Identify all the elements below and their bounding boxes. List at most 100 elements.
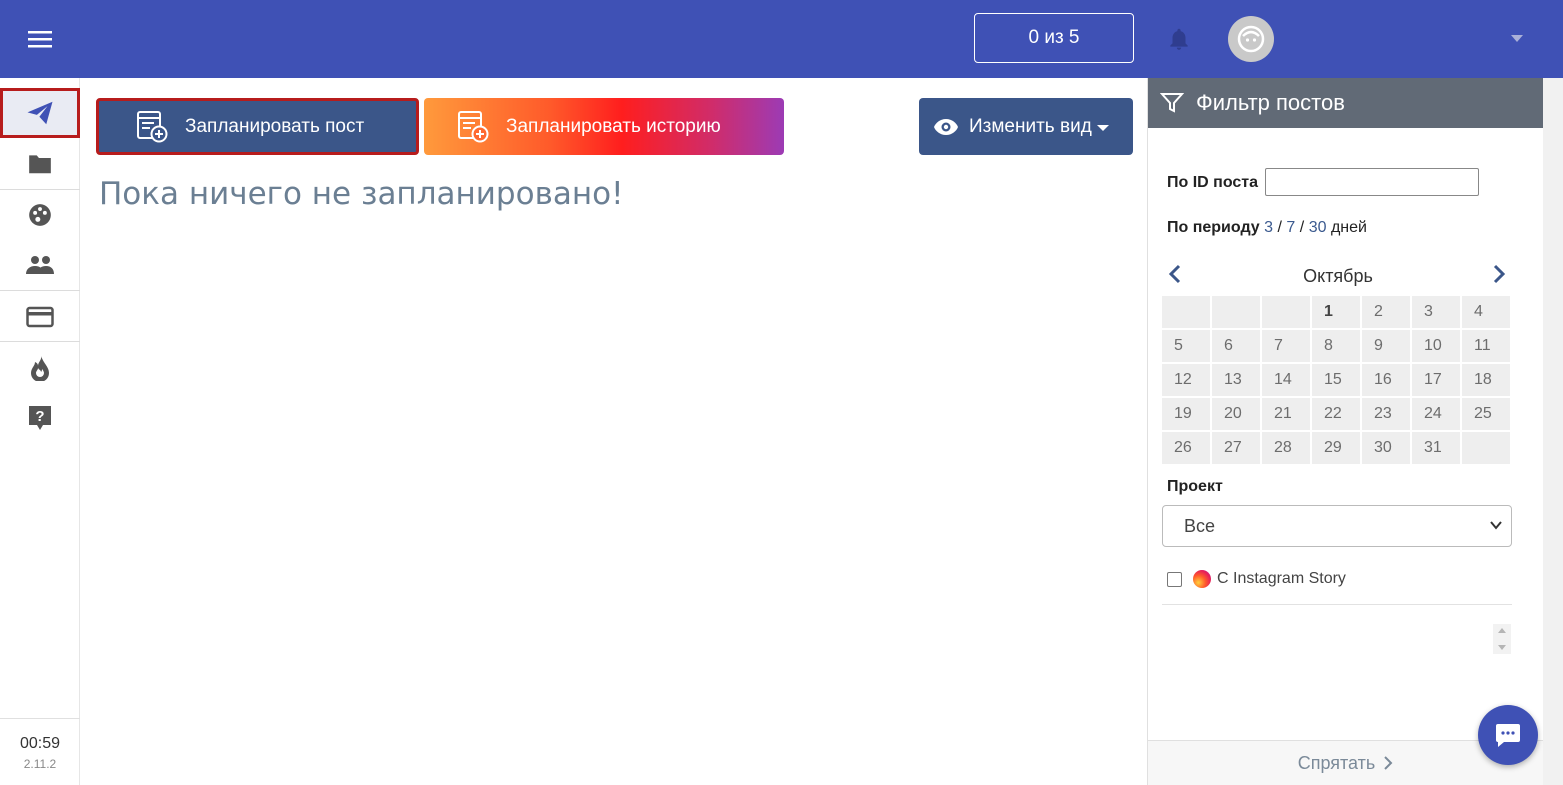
calendar-day[interactable]: 16 bbox=[1362, 364, 1410, 396]
calendar-day[interactable]: 6 bbox=[1212, 330, 1260, 362]
project-select[interactable]: Все bbox=[1162, 505, 1512, 547]
calendar-day[interactable]: 12 bbox=[1162, 364, 1210, 396]
calendar-day[interactable]: 28 bbox=[1262, 432, 1310, 464]
face-icon bbox=[1237, 25, 1265, 53]
calendar-day[interactable]: 17 bbox=[1412, 364, 1460, 396]
user-avatar[interactable] bbox=[1228, 16, 1274, 62]
post-filter-panel: Фильтр постов По ID поста По периоду 3 /… bbox=[1147, 78, 1543, 785]
calendar-add-icon bbox=[137, 110, 168, 142]
sidebar-item-team[interactable] bbox=[0, 240, 80, 290]
palette-icon bbox=[29, 204, 51, 226]
sidebar-item-hot[interactable] bbox=[0, 343, 80, 393]
calendar-day[interactable]: 26 bbox=[1162, 432, 1210, 464]
app-version: 2.11.2 bbox=[23, 757, 57, 771]
hide-filter-label: Спрятать bbox=[1297, 752, 1376, 773]
calendar-day[interactable]: 1 bbox=[1312, 296, 1360, 328]
user-menu-chevron-down-icon[interactable] bbox=[1511, 35, 1523, 42]
instagram-story-checkbox[interactable] bbox=[1167, 571, 1182, 587]
filter-by-period: По периоду 3 / 7 / 30 дней bbox=[1167, 219, 1367, 237]
chat-icon bbox=[1496, 724, 1520, 747]
calendar-day[interactable]: 20 bbox=[1212, 398, 1260, 430]
calendar-day[interactable]: 15 bbox=[1312, 364, 1360, 396]
period-3-link[interactable]: 3 bbox=[1264, 219, 1273, 236]
empty-state-message: Пока ничего не запланировано! bbox=[99, 176, 624, 212]
calendar-day[interactable]: 21 bbox=[1262, 398, 1310, 430]
people-icon bbox=[26, 256, 54, 274]
sidebar-item-help[interactable]: ? bbox=[0, 393, 80, 443]
top-bar: 0 из 5 bbox=[0, 0, 1563, 78]
sidebar: ? 00:59 2.11.2 bbox=[0, 78, 80, 785]
filter-header: Фильтр постов bbox=[1148, 78, 1543, 128]
chevron-down-icon bbox=[1490, 521, 1502, 530]
calendar-day[interactable]: 24 bbox=[1412, 398, 1460, 430]
period-label: По периоду bbox=[1167, 219, 1260, 236]
calendar-empty-cell bbox=[1162, 296, 1210, 328]
post-id-input[interactable] bbox=[1265, 168, 1479, 196]
calendar-day[interactable]: 5 bbox=[1162, 330, 1210, 362]
calendar-day[interactable]: 30 bbox=[1362, 432, 1410, 464]
folder-icon bbox=[29, 155, 51, 174]
calendar-day[interactable]: 14 bbox=[1262, 364, 1310, 396]
calendar-day[interactable]: 22 bbox=[1312, 398, 1360, 430]
fire-icon bbox=[31, 356, 49, 381]
sidebar-item-folders[interactable] bbox=[0, 139, 80, 189]
calendar-day[interactable]: 10 bbox=[1412, 330, 1460, 362]
sidebar-item-projects[interactable] bbox=[0, 190, 80, 240]
calendar-day[interactable]: 8 bbox=[1312, 330, 1360, 362]
calendar-day[interactable]: 4 bbox=[1462, 296, 1510, 328]
eye-icon bbox=[934, 118, 958, 135]
sidebar-item-billing[interactable] bbox=[0, 292, 80, 342]
period-7-link[interactable]: 7 bbox=[1286, 219, 1295, 236]
calendar-day[interactable]: 23 bbox=[1362, 398, 1410, 430]
help-icon: ? bbox=[29, 406, 51, 430]
hamburger-icon bbox=[28, 31, 52, 48]
filter-icon bbox=[1160, 93, 1184, 113]
calendar-day[interactable]: 3 bbox=[1412, 296, 1460, 328]
calendar-day[interactable]: 7 bbox=[1262, 330, 1310, 362]
calendar-day[interactable]: 27 bbox=[1212, 432, 1260, 464]
clock-panel: 00:59 2.11.2 bbox=[0, 718, 80, 785]
calendar-day[interactable]: 19 bbox=[1162, 398, 1210, 430]
chevron-right-icon bbox=[1384, 756, 1393, 770]
sidebar-divider bbox=[0, 341, 80, 342]
current-time: 00:59 bbox=[19, 735, 61, 752]
filter-by-id-label: По ID поста bbox=[1167, 174, 1259, 191]
mini-scrollbar[interactable] bbox=[1493, 624, 1511, 654]
period-30-link[interactable]: 30 bbox=[1309, 219, 1327, 236]
change-view-button[interactable]: Изменить вид bbox=[919, 98, 1133, 155]
period-suffix: дней bbox=[1330, 219, 1367, 236]
chat-button[interactable] bbox=[1478, 705, 1538, 765]
post-counter[interactable]: 0 из 5 bbox=[974, 13, 1134, 63]
instagram-icon bbox=[1193, 570, 1211, 588]
sidebar-divider bbox=[0, 290, 80, 291]
calendar-day[interactable]: 29 bbox=[1312, 432, 1360, 464]
page-scrollbar[interactable] bbox=[1543, 78, 1563, 785]
calendar-day[interactable]: 25 bbox=[1462, 398, 1510, 430]
calendar-prev-chevron-left-icon[interactable] bbox=[1168, 264, 1182, 289]
schedule-post-label: Запланировать пост bbox=[185, 115, 365, 137]
menu-button[interactable] bbox=[0, 0, 80, 78]
credit-card-icon bbox=[26, 306, 54, 328]
schedule-post-button[interactable]: Запланировать пост bbox=[96, 98, 419, 155]
notifications-bell-icon[interactable] bbox=[1166, 26, 1192, 57]
sidebar-item-posts[interactable] bbox=[0, 88, 80, 138]
filter-divider bbox=[1162, 604, 1512, 605]
calendar-add-icon bbox=[458, 110, 489, 142]
calendar-day[interactable]: 2 bbox=[1362, 296, 1410, 328]
schedule-story-button[interactable]: Запланировать историю bbox=[424, 98, 784, 155]
calendar-next-chevron-right-icon[interactable] bbox=[1492, 264, 1506, 289]
calendar-day[interactable]: 18 bbox=[1462, 364, 1510, 396]
calendar-month: Октябрь bbox=[1303, 266, 1373, 286]
calendar-day[interactable]: 9 bbox=[1362, 330, 1410, 362]
calendar-grid: 1 2 3 4 5 6 7 8 9 10 11 12 13 14 15 16 17 18 19 20 21 22 23 24 2… bbox=[1162, 296, 1510, 464]
period-separator: / bbox=[1299, 219, 1305, 236]
svg-text:?: ? bbox=[35, 408, 44, 425]
change-view-label: Изменить вид bbox=[969, 115, 1092, 137]
paper-plane-icon bbox=[27, 101, 53, 125]
calendar-empty-cell bbox=[1462, 432, 1510, 464]
calendar-day[interactable]: 31 bbox=[1412, 432, 1460, 464]
calendar-day[interactable]: 11 bbox=[1462, 330, 1510, 362]
filter-title: Фильтр постов bbox=[1196, 90, 1345, 115]
calendar-day[interactable]: 13 bbox=[1212, 364, 1260, 396]
project-select-value: Все bbox=[1184, 515, 1216, 536]
